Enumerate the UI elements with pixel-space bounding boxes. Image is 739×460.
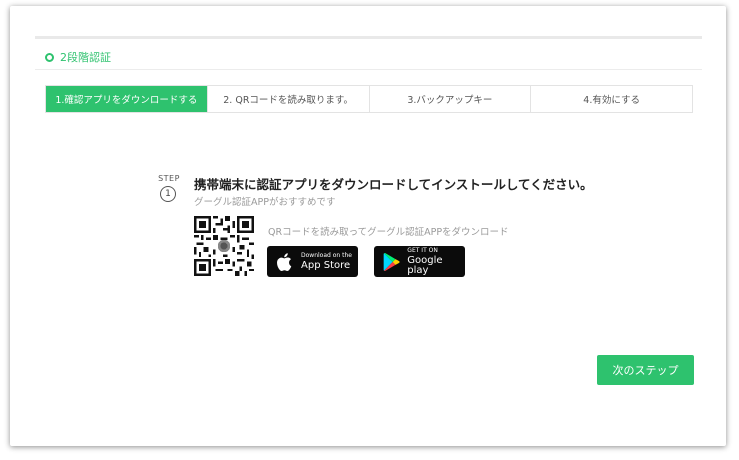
next-step-button[interactable]: 次のステップ — [597, 355, 694, 385]
apple-icon — [277, 252, 292, 271]
section-header: 2段階認証 — [45, 48, 111, 66]
circle-bullet-icon — [45, 53, 54, 62]
tab-backup-key[interactable]: 3.バックアップキー — [368, 86, 531, 112]
section-divider — [35, 69, 702, 70]
step-label: STEP — [158, 174, 180, 183]
google-play-icon — [383, 252, 400, 271]
tab-enable[interactable]: 4.有効にする — [530, 86, 692, 112]
tab-download-app[interactable]: 1.確認アプリをダウンロードする — [46, 86, 207, 112]
step-tabs: 1.確認アプリをダウンロードする 2. QRコードを読み取ります。 3.バックア… — [45, 85, 693, 113]
qr-code-image — [194, 216, 254, 276]
step-number-badge: 1 — [160, 186, 176, 202]
qr-caption: QRコードを読み取ってグーグル認証APPをダウンロード — [268, 227, 509, 238]
top-divider — [35, 36, 702, 39]
section-title: 2段階認証 — [60, 51, 111, 64]
recommend-text: グーグル認証APPがおすすめです — [194, 197, 336, 208]
google-play-small-text: GET IT ON — [407, 246, 438, 254]
google-play-label: Google play — [407, 254, 443, 276]
app-store-button[interactable]: Download on the App Store — [267, 246, 358, 277]
step-heading: 携帯端末に認証アプリをダウンロードしてインストールしてください。 — [194, 177, 593, 192]
google-play-button[interactable]: GET IT ON Google play — [374, 246, 465, 277]
two-factor-card: 2段階認証 1.確認アプリをダウンロードする 2. QRコードを読み取ります。 … — [10, 6, 726, 446]
app-store-label: App Store — [301, 259, 351, 271]
app-store-small-text: Download on the — [301, 251, 352, 259]
tab-scan-qr[interactable]: 2. QRコードを読み取ります。 — [206, 86, 369, 112]
